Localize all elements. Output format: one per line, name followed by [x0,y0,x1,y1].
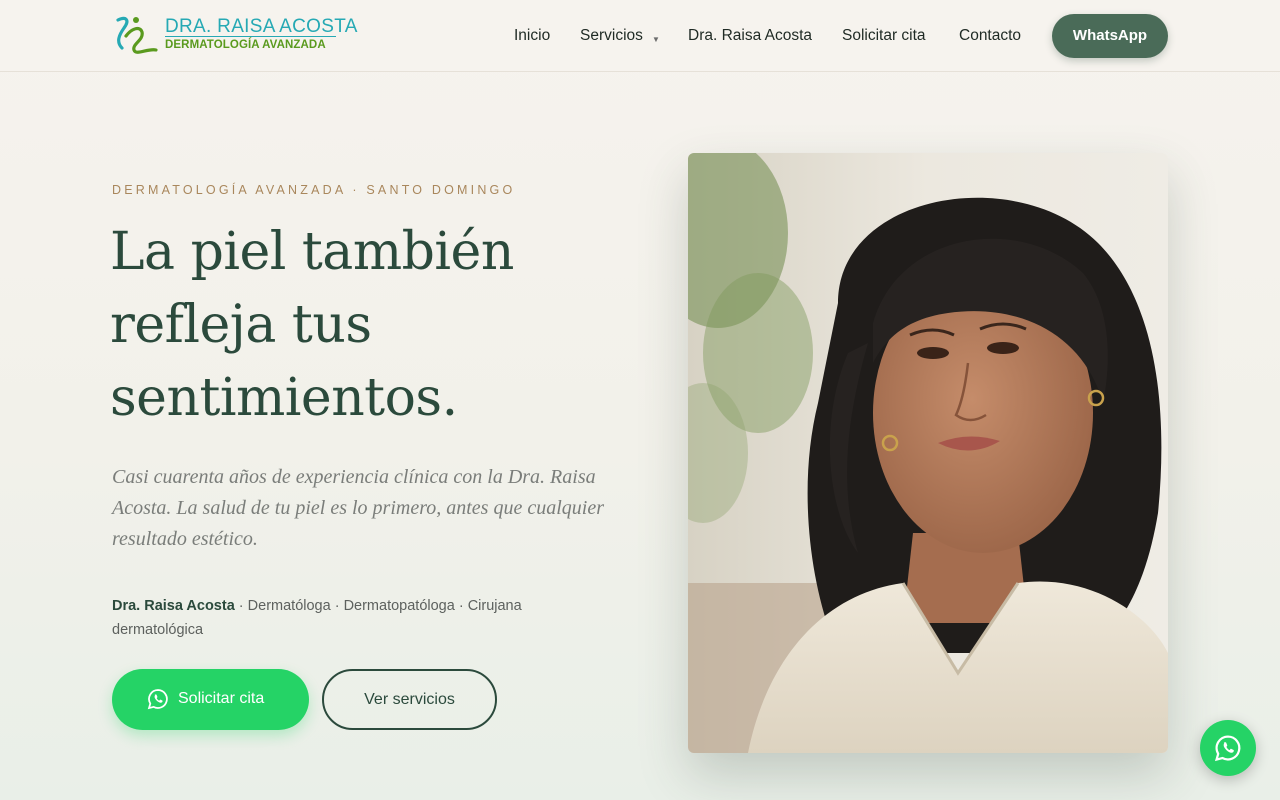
hero-headline-line-2: refleja tus [110,295,372,355]
chevron-down-icon[interactable]: ▼ [652,35,660,44]
hero-eyebrow: DERMATOLOGÍA AVANZADA · SANTO DOMINGO [112,183,516,197]
solicitar-cita-button[interactable]: Solicitar cita [112,669,309,730]
hero-headline-line-1: La piel también [110,222,514,282]
nav-item-inicio[interactable]: Inicio [514,27,550,45]
hero-headline-line-3: sentimientos. [110,368,458,428]
whatsapp-icon [1214,735,1241,762]
site-header: DRA. RAISA ACOSTA DERMATOLOGÍA AVANZADA … [0,0,1280,72]
nav-item-servicios[interactable]: Servicios [580,27,643,45]
solicitar-cita-label: Solicitar cita [178,690,265,707]
floating-whatsapp-button[interactable] [1200,720,1256,776]
hero-headline: La piel también refleja tus sentimientos… [110,216,630,435]
whatsapp-nav-button[interactable]: WhatsApp [1052,14,1168,58]
nav-item-solicitar-cita[interactable]: Solicitar cita [842,27,926,45]
nav-item-dra-raisa-acosta[interactable]: Dra. Raisa Acosta [688,27,812,45]
doctor-portrait-image [688,153,1168,753]
ver-servicios-button[interactable]: Ver servicios [322,669,497,730]
doctor-name: Dra. Raisa Acosta [112,598,235,614]
hero-lead: Casi cuarenta años de experiencia clínic… [112,466,604,550]
whatsapp-icon [147,689,168,710]
hero-credentials: Dra. Raisa Acosta · Dermatóloga · Dermat… [112,594,582,642]
nav-item-contacto[interactable]: Contacto [959,27,1021,45]
